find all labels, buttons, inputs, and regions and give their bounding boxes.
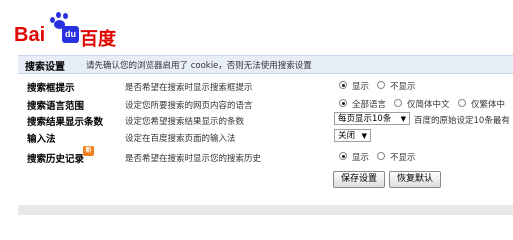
input-method-select[interactable]: 关闭 ▼ [334,129,371,142]
radio-traditional-chinese[interactable] [458,99,466,107]
option-label: 显示 [352,82,370,92]
results-count-select[interactable]: 每页显示10条 ▼ [334,112,410,125]
option-label: 显示 [352,153,370,163]
setting-row-results-count: 搜索结果显示条数 设定您希望搜索结果显示的条数 每页显示10条 ▼ 百度的原始设… [0,112,513,128]
setting-label: 搜索框提示 [27,83,75,94]
save-settings-button[interactable]: 保存设置 [333,171,385,188]
logo-text-bai: Bai [14,24,46,46]
setting-description: 设定您希望搜索结果显示的条数 [125,117,245,127]
chevron-down-icon: ▼ [361,132,367,140]
option-label: 不显示 [390,153,416,163]
setting-row-history: 搜索历史记录 新 是否希望在搜索时显示您的搜索历史 显示 不显示 [0,146,513,165]
setting-description: 设定在百度搜索页面的输入法 [125,134,236,144]
radio-simplified-chinese[interactable] [394,99,402,107]
option-label: 全部语言 [352,100,387,110]
page-title: 搜索设置 [25,62,65,73]
footer-bar [18,205,513,215]
setting-label: 输入法 [27,134,56,145]
select-value: 关闭 [338,131,356,141]
setting-description: 是否希望在搜索时显示搜索框提示 [125,83,253,93]
option-label: 不显示 [390,82,416,92]
setting-row-suggestions: 搜索框提示 是否希望在搜索时显示搜索框提示 显示 不显示 [0,78,513,94]
new-badge: 新 [83,146,94,156]
radio-all-languages[interactable] [339,99,347,107]
setting-row-language: 搜索语言范围 设定您所要搜索的网页内容的语言 全部语言 仅简体中文 仅繁体中 [0,96,513,112]
logo-text-du: du [62,26,79,43]
logo-text-baidu-cn: 百度 [80,29,116,50]
setting-label: 搜索语言范围 [27,101,85,112]
radio-hide[interactable] [377,81,385,89]
setting-description: 设定您所要搜索的网页内容的语言 [125,101,253,111]
setting-description: 是否希望在搜索时显示您的搜索历史 [125,154,262,164]
baidu-logo[interactable]: Bai du 百度 [14,12,134,50]
chevron-down-icon: ▼ [400,115,406,123]
default-hint: 百度的原始设定10条最有 [414,116,510,126]
radio-hide[interactable] [377,152,385,160]
select-value: 每页显示10条 [338,114,392,124]
setting-row-input-method: 输入法 设定在百度搜索页面的输入法 关闭 ▼ [0,129,513,145]
setting-label: 搜索结果显示条数 [27,117,104,128]
radio-show[interactable] [339,81,347,89]
radio-show[interactable] [339,152,347,160]
setting-label: 搜索历史记录 [27,154,85,165]
option-label: 仅简体中文 [407,100,450,110]
settings-header: 搜索设置 请先确认您的浏览器启用了 cookie，否则无法使用搜索设置 [18,55,513,74]
restore-defaults-button[interactable]: 恢复默认 [389,171,441,188]
option-label: 仅繁体中 [471,100,506,110]
cookie-notice: 请先确认您的浏览器启用了 cookie，否则无法使用搜索设置 [86,61,312,71]
